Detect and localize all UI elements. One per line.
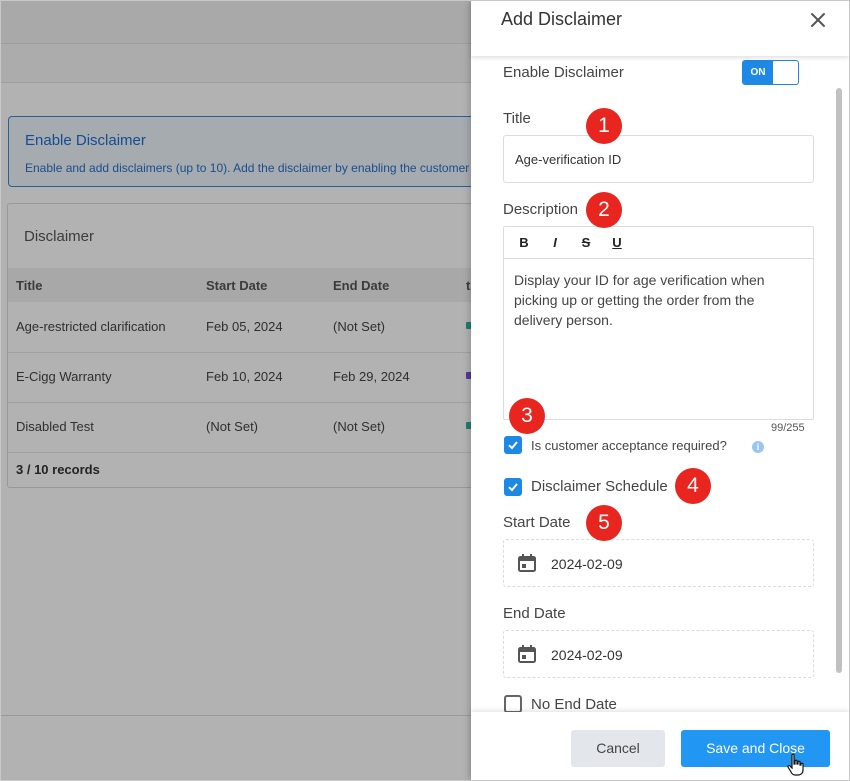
schedule-label: Disclaimer Schedule xyxy=(531,478,668,495)
panel-title: Add Disclaimer xyxy=(501,9,623,29)
add-disclaimer-panel: Add Disclaimer Enable Disclaimer ON Titl… xyxy=(471,1,849,780)
calendar-icon xyxy=(518,554,536,572)
start-date-value: 2024-02-09 xyxy=(551,556,623,572)
step-badge-2: 2 xyxy=(586,192,622,228)
bold-button[interactable]: B xyxy=(514,233,534,253)
step-badge-4: 4 xyxy=(675,468,711,504)
scrollbar-thumb[interactable] xyxy=(836,88,842,673)
acceptance-label: Is customer acceptance required? xyxy=(531,438,727,453)
title-input-value: Age-verification ID xyxy=(515,152,622,167)
schedule-checkbox[interactable] xyxy=(504,478,522,496)
character-counter: 99/255 xyxy=(771,422,805,434)
no-end-date-label: No End Date xyxy=(531,696,617,712)
end-date-label: End Date xyxy=(503,605,566,622)
toggle-on-label: ON xyxy=(743,61,773,84)
end-date-value: 2024-02-09 xyxy=(551,647,623,663)
title-input[interactable]: Age-verification ID xyxy=(503,135,814,183)
page-frame: Enable Disclaimer Enable and add disclai… xyxy=(0,0,850,781)
enable-disclaimer-toggle[interactable]: ON xyxy=(742,60,799,85)
description-text[interactable]: Display your ID for age verification whe… xyxy=(514,270,804,330)
step-badge-1: 1 xyxy=(586,108,622,144)
step-badge-5: 5 xyxy=(586,505,622,541)
editor-toolbar: B I S U xyxy=(504,227,813,259)
save-and-close-button[interactable]: Save and Close xyxy=(681,730,830,767)
start-date-input[interactable]: 2024-02-09 xyxy=(503,539,814,587)
check-icon xyxy=(508,441,518,450)
description-label: Description xyxy=(503,201,579,218)
enable-disclaimer-label: Enable Disclaimer xyxy=(503,64,624,81)
check-icon xyxy=(508,483,518,492)
panel-body[interactable]: Enable Disclaimer ON Title Age-verificat… xyxy=(471,56,849,712)
info-icon[interactable]: i xyxy=(752,441,764,453)
description-editor[interactable]: B I S U Display your ID for age verifica… xyxy=(503,226,814,420)
underline-button[interactable]: U xyxy=(607,233,627,253)
title-label: Title xyxy=(503,110,531,127)
panel-header: Add Disclaimer xyxy=(471,1,849,56)
acceptance-checkbox[interactable] xyxy=(504,436,522,454)
hand-cursor-icon xyxy=(787,753,804,776)
close-icon[interactable] xyxy=(807,9,829,31)
calendar-icon xyxy=(518,645,536,663)
start-date-label: Start Date xyxy=(503,514,571,531)
italic-button[interactable]: I xyxy=(545,233,565,253)
strikethrough-button[interactable]: S xyxy=(576,233,596,253)
no-end-date-checkbox[interactable] xyxy=(504,695,522,712)
end-date-input[interactable]: 2024-02-09 xyxy=(503,630,814,678)
cancel-button[interactable]: Cancel xyxy=(571,730,665,767)
step-badge-3: 3 xyxy=(509,398,545,434)
